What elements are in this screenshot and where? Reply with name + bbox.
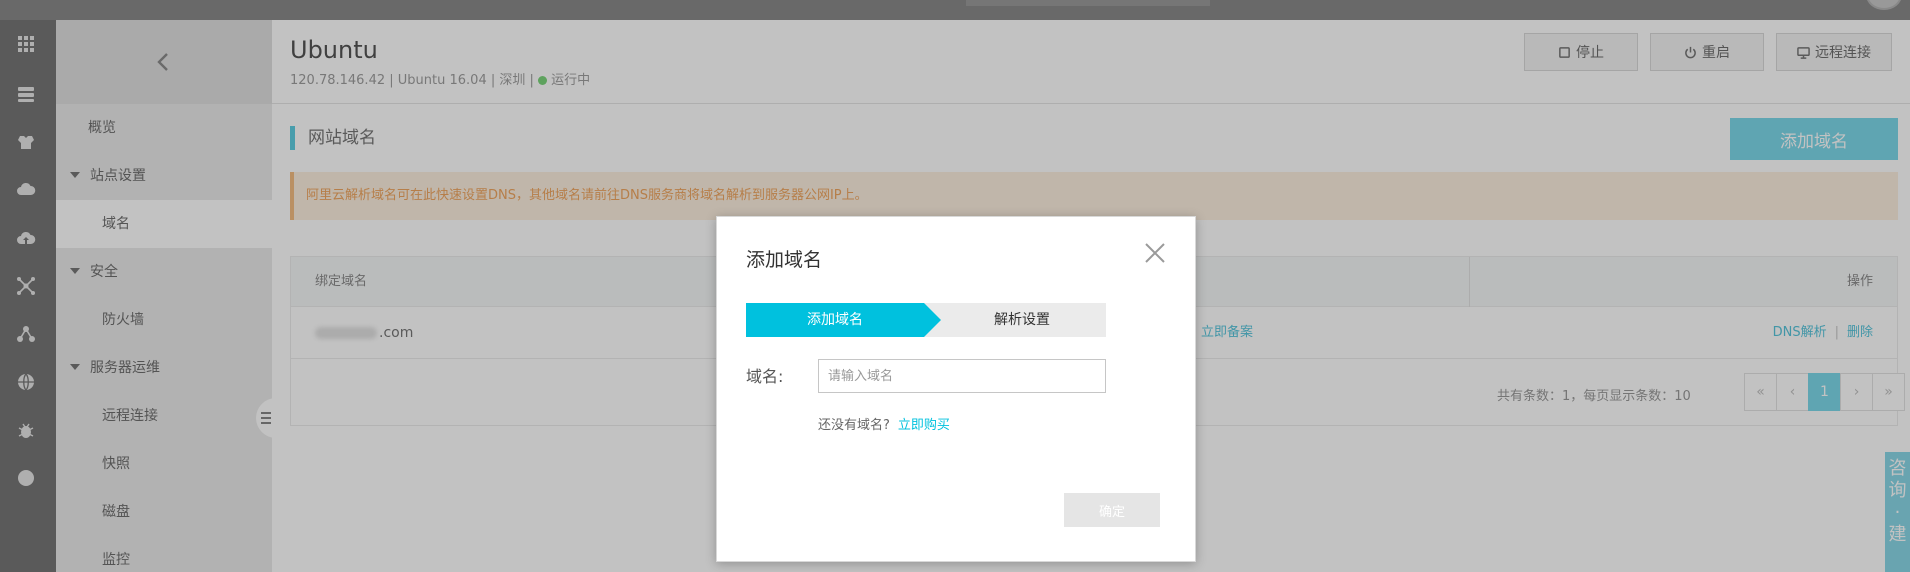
hint-text: 还没有域名? [818, 418, 890, 433]
step-add-domain: 添加域名 [746, 303, 941, 337]
step-indicator: 解析设置 添加域名 [746, 303, 1106, 337]
close-button[interactable] [1141, 239, 1169, 267]
dialog-title: 添加域名 [746, 249, 823, 271]
add-domain-dialog: 添加域名 解析设置 添加域名 域名: 还没有域名? 立即购买 确定 [716, 216, 1196, 562]
domain-field-label: 域名: [746, 367, 784, 386]
buy-domain-hint: 还没有域名? 立即购买 [818, 414, 950, 433]
close-icon [1145, 243, 1165, 263]
step-dns-settings: 解析设置 [924, 303, 1106, 337]
domain-input[interactable] [818, 359, 1106, 393]
buy-domain-link[interactable]: 立即购买 [898, 418, 950, 433]
confirm-button[interactable]: 确定 [1064, 493, 1160, 527]
